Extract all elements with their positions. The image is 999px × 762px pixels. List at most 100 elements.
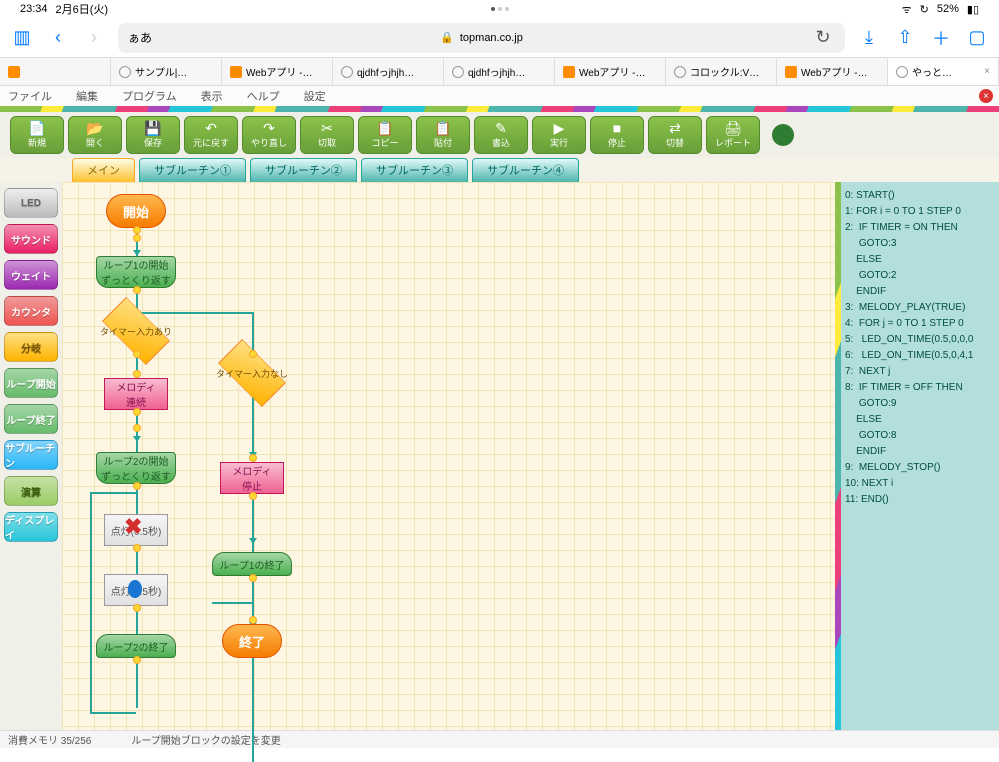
toolbar-icon: ✂ (321, 121, 333, 135)
reader-text[interactable]: ぁあ (128, 29, 152, 46)
tab-favicon-icon (119, 66, 131, 78)
toolbar-開く[interactable]: 📂開く (68, 116, 122, 154)
browser-tab[interactable]: コロックル:V… (666, 58, 777, 85)
toolbar-icon: ✎ (495, 121, 507, 135)
tab-favicon-icon (230, 66, 242, 78)
routine-tab[interactable]: メイン (72, 158, 135, 182)
tab-close-icon[interactable]: × (984, 66, 990, 77)
browser-tabs: サンプル|…Webアプリ -…qjdhfっjhjh…qjdhfっjhjh…Web… (0, 58, 999, 86)
palette-calc[interactable]: 演算 (4, 476, 58, 506)
palette-disp[interactable]: ディスプレイ (4, 512, 58, 542)
toolbar-icon: ⇄ (669, 121, 681, 135)
toolbar-切取[interactable]: ✂切取 (300, 116, 354, 154)
palette-led[interactable]: LED (4, 188, 58, 218)
branch-timer-yes[interactable]: タイマー入力あり (95, 310, 177, 352)
memory-usage: 消費メモリ 35/256 (8, 732, 91, 747)
melody-continue-block[interactable]: メロディ連続 (104, 378, 168, 410)
menu-item[interactable]: ヘルプ (247, 88, 280, 104)
tabs-icon[interactable]: ▢ (965, 26, 989, 50)
newtab-icon[interactable]: ＋ (929, 26, 953, 50)
loop2-start-block[interactable]: ループ2の開始ずっとくり返す (96, 452, 176, 484)
toolbar-切替[interactable]: ⇄切替 (648, 116, 702, 154)
start-block[interactable]: 開始 (106, 194, 166, 228)
toolbar-停止[interactable]: ■停止 (590, 116, 644, 154)
melody-stop-block[interactable]: メロディ停止 (220, 462, 284, 494)
toolbar-label: 切取 (318, 136, 336, 149)
menu-item[interactable]: 編集 (76, 88, 98, 104)
toolbar-新規[interactable]: 📄新規 (10, 116, 64, 154)
toolbar-レポート[interactable]: 🖨レポート (706, 116, 760, 154)
toolbar-icon: 📄 (28, 121, 45, 135)
browser-tab[interactable] (0, 58, 111, 85)
browser-tab[interactable]: qjdhfっjhjh… (333, 58, 444, 85)
tab-label: Webアプリ -… (801, 64, 868, 79)
tab-favicon-icon (785, 66, 797, 78)
window-close-icon[interactable]: × (979, 89, 993, 103)
menu-item[interactable]: 設定 (304, 88, 326, 104)
toolbar-label: やり直し (251, 136, 287, 149)
status-time: 23:34 (20, 3, 48, 15)
toolbar-実行[interactable]: ▶実行 (532, 116, 586, 154)
refresh-icon[interactable]: ↻ (811, 26, 835, 50)
tab-label: qjdhfっjhjh… (357, 64, 414, 79)
end-block[interactable]: 終了 (222, 624, 282, 658)
lock-icon: 🔒 (440, 31, 454, 44)
palette-counter[interactable]: カウンタ (4, 296, 58, 326)
routine-tab[interactable]: サブルーチン① (139, 158, 246, 182)
loop2-end-block[interactable]: ループ2の終了 (96, 634, 176, 658)
toolbar-label: 開く (86, 136, 104, 149)
browser-tab[interactable]: qjdhfっjhjh… (444, 58, 555, 85)
browser-tab[interactable]: Webアプリ -… (555, 58, 666, 85)
menu-item[interactable]: 表示 (201, 88, 223, 104)
palette-lstart[interactable]: ループ開始 (4, 368, 58, 398)
toolbar-icon: ■ (613, 121, 621, 135)
toolbar-label: コピー (371, 136, 398, 149)
palette-branch[interactable]: 分岐 (4, 332, 58, 362)
menu-item[interactable]: プログラム (122, 88, 177, 104)
toolbar-icon: ↶ (205, 121, 217, 135)
toolbar-保存[interactable]: 💾保存 (126, 116, 180, 154)
toolbar-やり直し[interactable]: ↷やり直し (242, 116, 296, 154)
palette-sound[interactable]: サウンド (4, 224, 58, 254)
menu-item[interactable]: ファイル (8, 88, 52, 104)
loop1-end-block[interactable]: ループ1の終了 (212, 552, 292, 576)
routine-tab[interactable]: サブルーチン③ (361, 158, 468, 182)
tab-favicon-icon (452, 66, 464, 78)
toolbar-貼付[interactable]: 📋貼付 (416, 116, 470, 154)
browser-tab[interactable]: サンプル|… (111, 58, 222, 85)
url-bar[interactable]: ぁあ 🔒 topman.co.jp ↻ (118, 23, 845, 53)
palette-lend[interactable]: ループ終了 (4, 404, 58, 434)
branch-timer-no[interactable]: タイマー入力なし (211, 352, 293, 394)
hint-text: ループ開始ブロックの設定を変更 (131, 732, 280, 747)
url-domain: topman.co.jp (460, 32, 523, 44)
battery-pct: 52% (937, 3, 959, 15)
loop1-start-block[interactable]: ループ1の開始ずっとくり返す (96, 256, 176, 288)
download-icon[interactable]: ⤓ (857, 26, 881, 50)
tab-favicon-icon (896, 66, 908, 78)
browser-tab[interactable]: Webアプリ -… (222, 58, 333, 85)
tab-favicon-icon (8, 66, 20, 78)
tab-label: qjdhfっjhjh… (468, 64, 525, 79)
sidebar-icon[interactable]: ▥ (10, 26, 34, 50)
browser-tab[interactable]: やっと…× (888, 58, 999, 85)
routine-tab[interactable]: サブルーチン④ (472, 158, 579, 182)
block-palette: LED サウンドウェイトカウンタ分岐ループ開始ループ終了サブルーチン演算ディスプレ… (0, 182, 62, 730)
run-indicator-icon (772, 124, 794, 146)
toolbar-書込[interactable]: ✎書込 (474, 116, 528, 154)
routine-tab[interactable]: サブルーチン② (250, 158, 357, 182)
toolbar-コピー[interactable]: 📋コピー (358, 116, 412, 154)
forward-icon[interactable]: › (82, 26, 106, 50)
palette-wait[interactable]: ウェイト (4, 260, 58, 290)
toolbar-label: 停止 (608, 136, 626, 149)
flowchart-canvas[interactable]: 開始 ループ1の開始ずっとくり返す タイマー入力あり メロディ連続 ループ2の開… (62, 182, 835, 730)
sync-icon: ↻ (920, 3, 929, 16)
browser-tab[interactable]: Webアプリ -… (777, 58, 888, 85)
toolbar-元に戻す[interactable]: ↶元に戻す (184, 116, 238, 154)
palette-subr[interactable]: サブルーチン (4, 440, 58, 470)
tab-label: コロックル:V… (690, 64, 759, 79)
tab-favicon-icon (563, 66, 575, 78)
app-statusbar: 消費メモリ 35/256 ループ開始ブロックの設定を変更 (0, 730, 999, 748)
share-icon[interactable]: ⇧ (893, 26, 917, 50)
safari-toolbar: ▥ ‹ › ぁあ 🔒 topman.co.jp ↻ ⤓ ⇧ ＋ ▢ (0, 18, 999, 58)
back-icon[interactable]: ‹ (46, 26, 70, 50)
